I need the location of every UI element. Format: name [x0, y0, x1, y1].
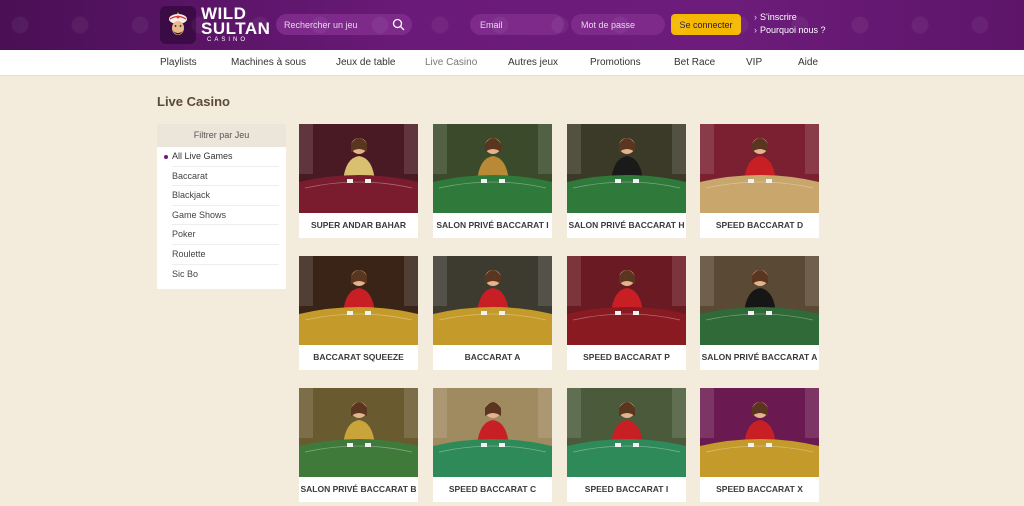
- sultan-logo-icon[interactable]: [160, 6, 196, 44]
- register-link[interactable]: › S'inscrire: [754, 12, 797, 22]
- filter-item-sic-bo[interactable]: Sic Bo: [172, 265, 279, 285]
- filter-item-blackjack[interactable]: Blackjack: [172, 186, 279, 206]
- game-card[interactable]: SALON PRIVÉ BACCARAT I: [433, 124, 552, 238]
- page-title: Live Casino: [157, 94, 230, 109]
- game-card[interactable]: SPEED BACCARAT D: [700, 124, 819, 238]
- game-thumbnail[interactable]: [700, 388, 819, 477]
- game-thumbnail[interactable]: [299, 124, 418, 213]
- game-thumbnail[interactable]: [700, 256, 819, 345]
- login-button[interactable]: Se connecter: [671, 14, 741, 35]
- search-box: [276, 14, 412, 35]
- register-label: S'inscrire: [760, 12, 797, 22]
- game-card[interactable]: SALON PRIVÉ BACCARAT H: [567, 124, 686, 238]
- game-thumbnail[interactable]: [567, 388, 686, 477]
- brand-logo[interactable]: WILD SULTAN CASINO: [201, 5, 270, 44]
- game-card[interactable]: SUPER ANDAR BAHAR: [299, 124, 418, 238]
- why-us-label: Pourquoi nous ?: [760, 25, 826, 35]
- nav-help[interactable]: Aide: [798, 57, 818, 68]
- game-title[interactable]: SPEED BACCARAT P: [567, 345, 686, 370]
- game-card[interactable]: SALON PRIVÉ BACCARAT B: [299, 388, 418, 502]
- nav-other-games[interactable]: Autres jeux: [508, 57, 558, 68]
- game-title[interactable]: SALON PRIVÉ BACCARAT A: [700, 345, 819, 370]
- game-thumbnail[interactable]: [567, 256, 686, 345]
- game-title[interactable]: BACCARAT SQUEEZE: [299, 345, 418, 370]
- game-title[interactable]: SPEED BACCARAT I: [567, 477, 686, 502]
- search-icon[interactable]: [392, 18, 405, 31]
- nav-vip[interactable]: VIP: [746, 57, 762, 68]
- game-title[interactable]: SUPER ANDAR BAHAR: [299, 213, 418, 238]
- game-thumbnail[interactable]: [700, 124, 819, 213]
- filter-item-all[interactable]: All Live Games: [164, 147, 279, 167]
- chevron-right-icon: ›: [754, 12, 757, 22]
- nav-bet-race[interactable]: Bet Race: [674, 57, 715, 68]
- game-card[interactable]: BACCARAT SQUEEZE: [299, 256, 418, 370]
- filter-item-baccarat[interactable]: Baccarat: [172, 167, 279, 187]
- game-title[interactable]: SALON PRIVÉ BACCARAT I: [433, 213, 552, 238]
- email-field[interactable]: [480, 19, 560, 30]
- game-thumbnail[interactable]: [433, 124, 552, 213]
- filter-item-roulette[interactable]: Roulette: [172, 245, 279, 265]
- game-thumbnail[interactable]: [433, 256, 552, 345]
- nav-live-casino[interactable]: Live Casino: [425, 57, 477, 68]
- nav-table-games[interactable]: Jeux de table: [336, 57, 396, 68]
- game-thumbnail[interactable]: [299, 388, 418, 477]
- password-field[interactable]: [581, 19, 661, 30]
- game-title[interactable]: SPEED BACCARAT C: [433, 477, 552, 502]
- game-title[interactable]: SALON PRIVÉ BACCARAT H: [567, 213, 686, 238]
- game-card[interactable]: SPEED BACCARAT X: [700, 388, 819, 502]
- game-card[interactable]: SPEED BACCARAT C: [433, 388, 552, 502]
- nav-playlists[interactable]: Playlists: [160, 57, 197, 68]
- password-field-wrap: [571, 14, 665, 35]
- game-filter-panel: Filtrer par Jeu All Live Games Baccarat …: [157, 124, 286, 289]
- filter-item-poker[interactable]: Poker: [172, 225, 279, 245]
- nav-slots[interactable]: Machines à sous: [231, 57, 306, 68]
- game-title[interactable]: BACCARAT A: [433, 345, 552, 370]
- game-title[interactable]: SALON PRIVÉ BACCARAT B: [299, 477, 418, 502]
- game-thumbnail[interactable]: [433, 388, 552, 477]
- game-title[interactable]: SPEED BACCARAT X: [700, 477, 819, 502]
- header-bar: WILD SULTAN CASINO Se connecter › S'insc…: [0, 0, 1024, 50]
- chevron-right-icon: ›: [754, 25, 757, 35]
- filter-heading: Filtrer par Jeu: [157, 124, 286, 147]
- game-thumbnail[interactable]: [299, 256, 418, 345]
- filter-list: All Live Games Baccarat Blackjack Game S…: [157, 147, 286, 284]
- game-card[interactable]: SALON PRIVÉ BACCARAT A: [700, 256, 819, 370]
- main-nav: Playlists Machines à sous Jeux de table …: [0, 50, 1024, 76]
- why-us-link[interactable]: › Pourquoi nous ?: [754, 25, 826, 35]
- filter-item-game-shows[interactable]: Game Shows: [172, 206, 279, 226]
- search-input[interactable]: [284, 19, 389, 30]
- game-card[interactable]: SPEED BACCARAT P: [567, 256, 686, 370]
- game-title[interactable]: SPEED BACCARAT D: [700, 213, 819, 238]
- game-thumbnail[interactable]: [567, 124, 686, 213]
- nav-promotions[interactable]: Promotions: [590, 57, 641, 68]
- game-card[interactable]: SPEED BACCARAT I: [567, 388, 686, 502]
- email-field-wrap: [470, 14, 564, 35]
- game-card[interactable]: BACCARAT A: [433, 256, 552, 370]
